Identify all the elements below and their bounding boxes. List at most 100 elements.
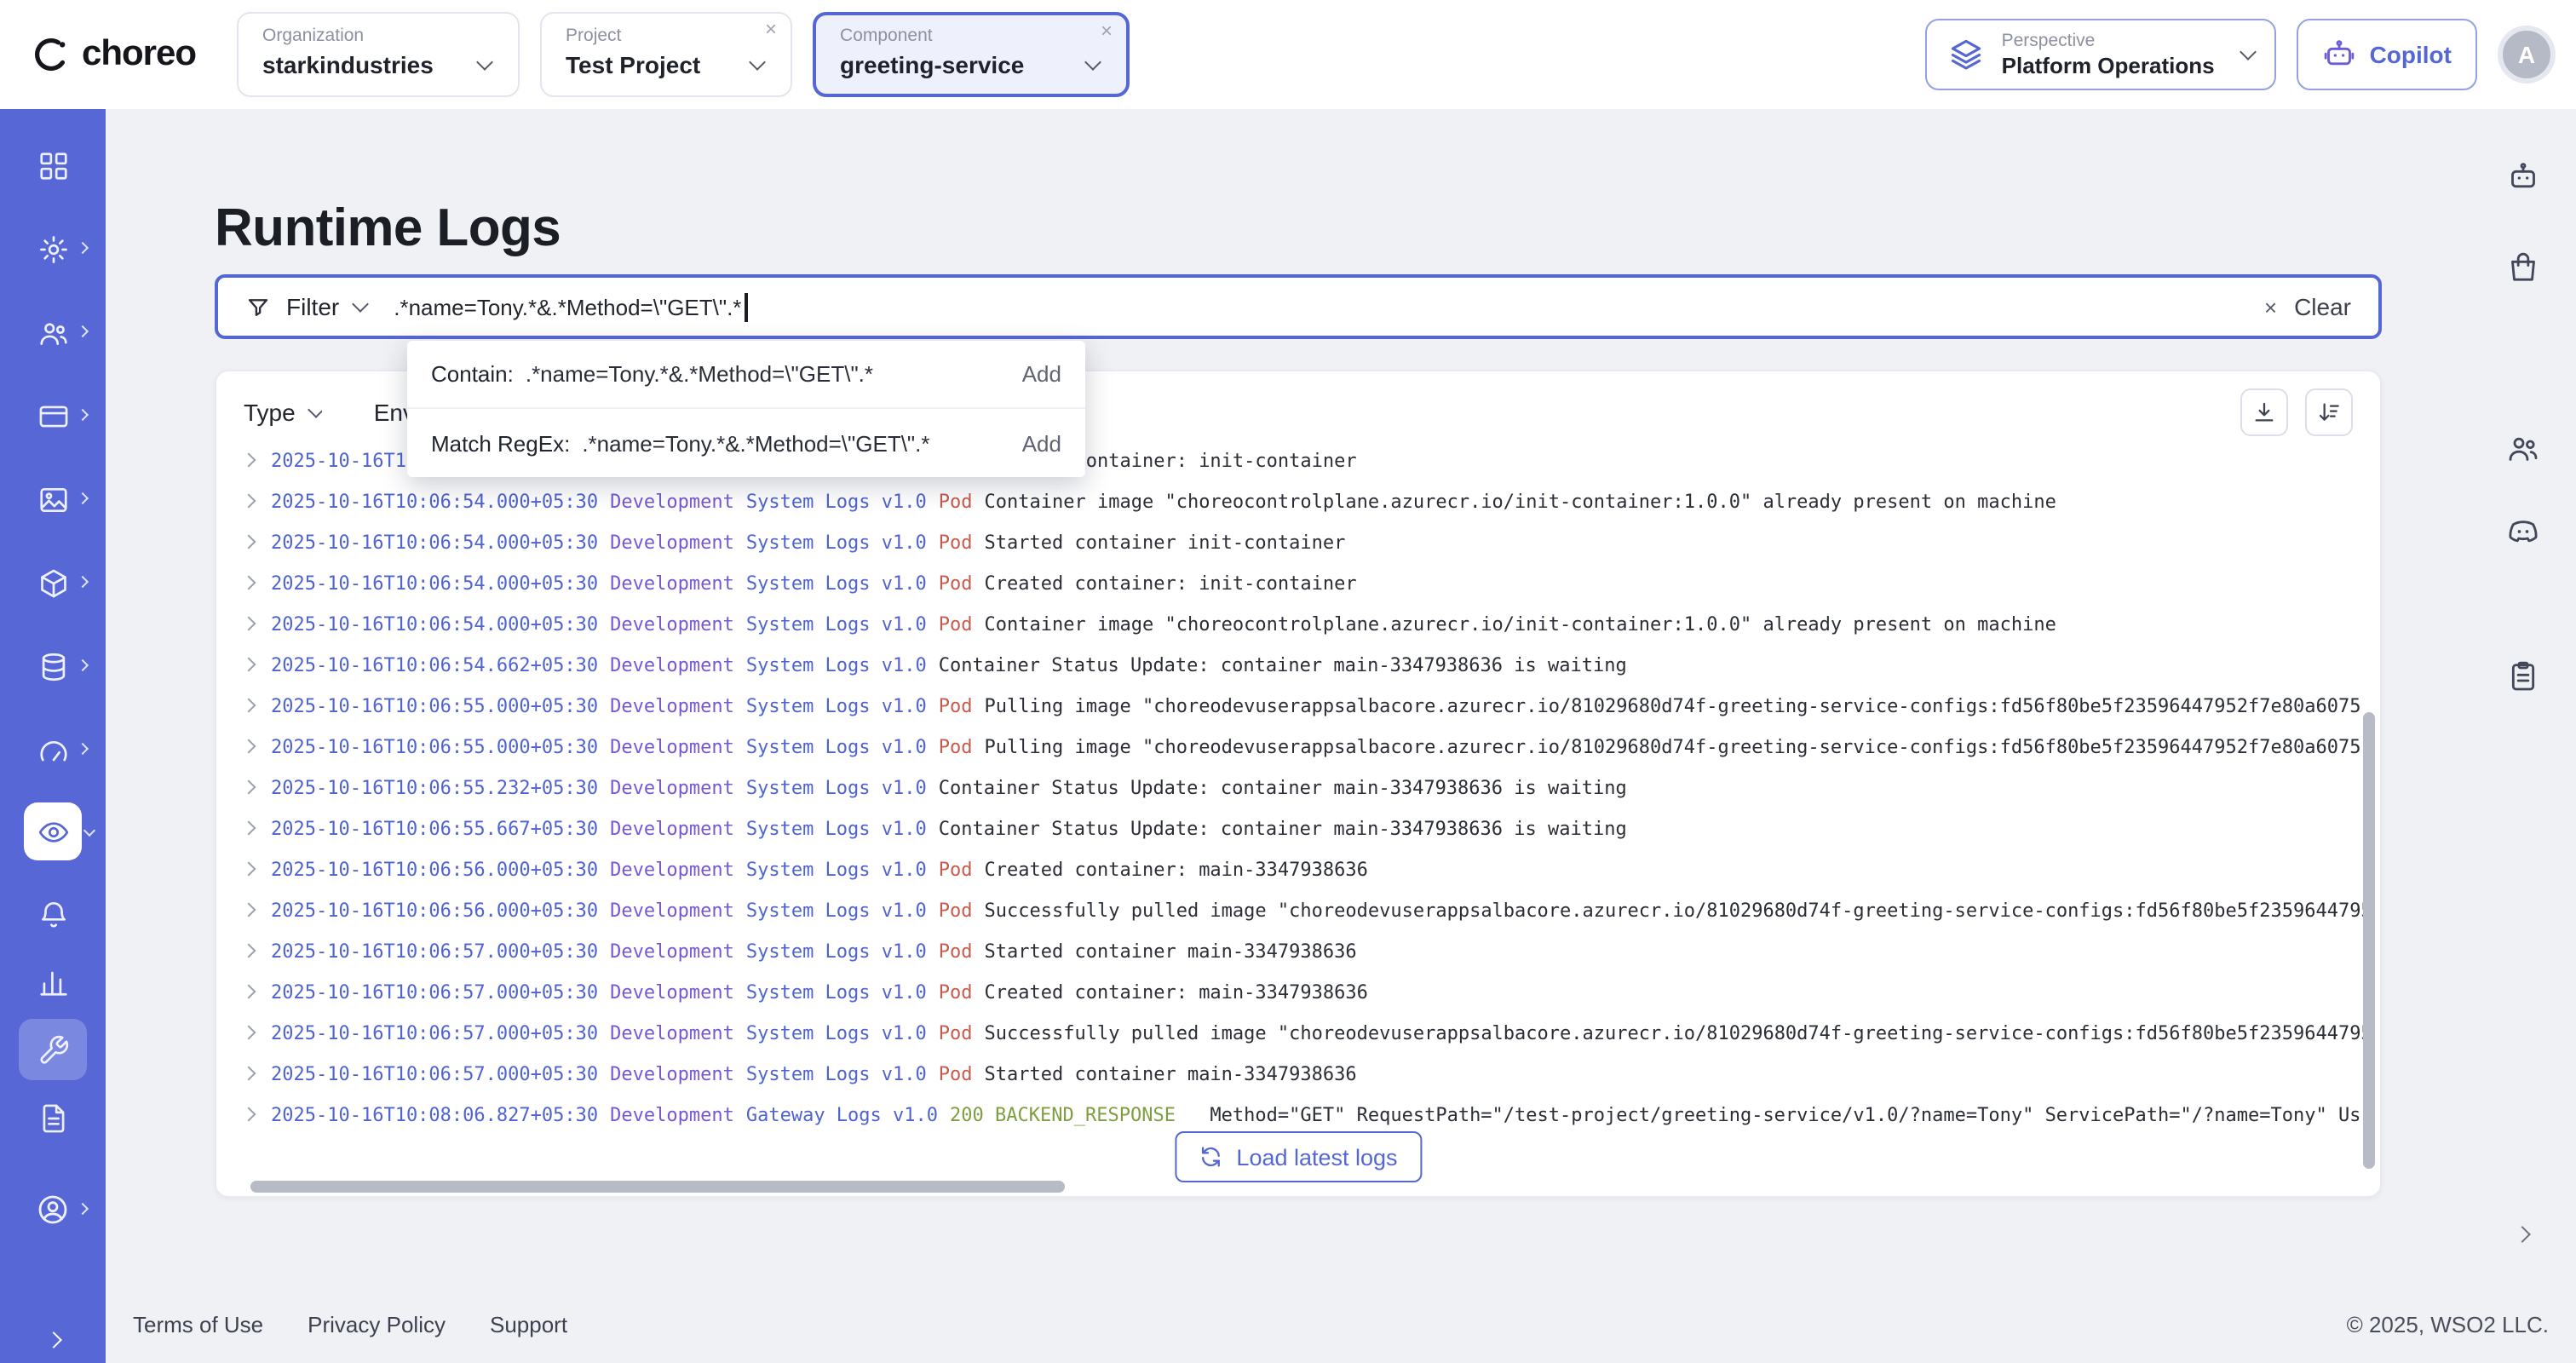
sidebar-item-admin[interactable] [19, 1019, 87, 1080]
expand-chevron-icon[interactable] [242, 862, 256, 877]
expand-chevron-icon[interactable] [242, 658, 256, 672]
sidebar-item-components[interactable] [19, 552, 87, 613]
sidebar-item-usage[interactable] [19, 719, 87, 780]
log-row[interactable]: 2025-10-16T10:06:54.000+05:30 Developmen… [233, 603, 2363, 644]
suggestion-prefix: Contain: [431, 361, 514, 387]
clear-label: Clear [2294, 293, 2351, 320]
expand-chevron-icon[interactable] [242, 1067, 256, 1081]
image-icon [37, 483, 69, 515]
log-row[interactable]: 2025-10-16T10:06:54.000+05:30 Developmen… [233, 521, 2363, 562]
footer-link-privacy[interactable]: Privacy Policy [308, 1311, 446, 1337]
footer-link-terms[interactable]: Terms of Use [133, 1311, 263, 1337]
rail-item-discord[interactable] [2493, 501, 2554, 562]
log-row[interactable]: 2025-10-16T10:08:06.827+05:30 Developmen… [233, 1094, 2363, 1135]
log-row[interactable]: 2025-10-16T10:06:57.000+05:30 Developmen… [233, 930, 2363, 971]
rail-collapse-button[interactable] [2516, 1228, 2528, 1240]
clear-filter-button[interactable]: × Clear [2237, 293, 2378, 320]
logo-text: choreo [82, 34, 196, 75]
rail-item-marketplace[interactable] [2493, 237, 2554, 298]
sidebar-expand-button[interactable] [0, 1334, 106, 1346]
log-row[interactable]: 2025-10-16T10:06:57.000+05:30 Developmen… [233, 1053, 2363, 1094]
log-row[interactable]: 2025-10-16T10:06:55.000+05:30 Developmen… [233, 726, 2363, 767]
sidebar-item-observe[interactable] [24, 802, 82, 860]
log-row[interactable]: 2025-10-16T10:06:55.232+05:30 Developmen… [233, 767, 2363, 808]
log-row[interactable]: 2025-10-16T10:06:55.667+05:30 Developmen… [233, 808, 2363, 848]
load-latest-logs-button[interactable]: Load latest logs [1175, 1131, 1421, 1182]
footer-link-support[interactable]: Support [490, 1311, 567, 1337]
gauge-icon [37, 733, 69, 766]
vertical-scrollbar-thumb[interactable] [2363, 712, 2375, 1169]
rail-item-community[interactable] [2493, 417, 2554, 479]
sidebar-item-resources[interactable] [19, 635, 87, 697]
expand-chevron-icon[interactable] [242, 1107, 256, 1122]
expand-chevron-icon[interactable] [242, 576, 256, 590]
chevron-right-icon [77, 576, 89, 588]
project-selector[interactable]: × Project Test Project [540, 12, 792, 97]
sidebar-item-overview[interactable] [19, 135, 87, 196]
expand-chevron-icon[interactable] [242, 535, 256, 549]
organization-selector[interactable]: Organization starkindustries [237, 12, 520, 97]
log-tag: Pod [939, 940, 973, 962]
horizontal-scrollbar-thumb[interactable] [250, 1181, 1065, 1193]
log-source: System Logs v1.0 [746, 490, 927, 512]
log-row[interactable]: 2025-10-16T10:06:57.000+05:30 Developmen… [233, 971, 2363, 1012]
perspective-label: Perspective [2002, 31, 2215, 51]
sidebar-item-members[interactable] [19, 302, 87, 363]
expand-chevron-icon[interactable] [242, 821, 256, 836]
filter-query-text: .*name=Tony.*&.*Method=\"GET\".* [394, 294, 741, 319]
download-logs-button[interactable] [2240, 388, 2288, 436]
expand-chevron-icon[interactable] [242, 699, 256, 713]
close-icon[interactable]: × [765, 17, 777, 41]
sidebar-item-gallery[interactable] [19, 469, 87, 530]
copilot-button[interactable]: Copilot [2297, 19, 2477, 90]
suggestion-contain[interactable]: Contain: .*name=Tony.*&.*Method=\"GET\".… [407, 341, 1085, 409]
expand-chevron-icon[interactable] [242, 985, 256, 999]
sidebar-item-alerts[interactable] [19, 883, 87, 944]
add-button[interactable]: Add [1002, 361, 1061, 387]
log-message: Started container init-container [985, 531, 1346, 553]
sort-order-button[interactable] [2305, 388, 2353, 436]
organization-value: starkindustries [262, 51, 434, 78]
log-timestamp: 2025-10-16T10:06:54.662+05:30 [271, 653, 598, 676]
sidebar-item-insights[interactable] [19, 951, 87, 1012]
expand-chevron-icon[interactable] [242, 739, 256, 754]
log-row[interactable]: 2025-10-16T10:06:56.000+05:30 Developmen… [233, 889, 2363, 930]
expand-chevron-icon[interactable] [242, 617, 256, 631]
log-source: System Logs v1.0 [746, 858, 927, 880]
perspective-selector[interactable]: Perspective Platform Operations [1925, 19, 2276, 90]
sidebar-item-logs[interactable] [19, 1087, 87, 1148]
sidebar-item-billing[interactable] [19, 385, 87, 446]
sidebar-item-account[interactable] [19, 1179, 87, 1240]
rail-item-docs[interactable] [2493, 646, 2554, 707]
filter-query-input[interactable]: .*name=Tony.*&.*Method=\"GET\".* [394, 292, 2237, 321]
expand-chevron-icon[interactable] [242, 944, 256, 958]
log-message: Created container: init-container [985, 572, 1357, 594]
rail-item-assistant[interactable] [2493, 147, 2554, 208]
suggestion-match-regex[interactable]: Match RegEx: .*name=Tony.*&.*Method=\"GE… [407, 409, 1085, 477]
filter-bar: Filter .*name=Tony.*&.*Method=\"GET\".* … [215, 274, 2382, 339]
expand-chevron-icon[interactable] [242, 780, 256, 795]
sidebar-item-settings[interactable] [19, 218, 87, 279]
package-icon [37, 566, 69, 599]
log-row[interactable]: 2025-10-16T10:06:55.000+05:30 Developmen… [233, 685, 2363, 726]
add-button[interactable]: Add [1002, 430, 1061, 456]
log-tag: Pod [939, 1021, 973, 1044]
choreo-logo[interactable]: choreo [31, 34, 196, 75]
log-row[interactable]: 2025-10-16T10:06:54.662+05:30 Developmen… [233, 644, 2363, 685]
expand-chevron-icon[interactable] [242, 453, 256, 468]
filter-button[interactable]: Filter [218, 278, 394, 336]
expand-chevron-icon[interactable] [242, 903, 256, 917]
log-message: Container Status Update: container main-… [939, 817, 1627, 839]
component-selector[interactable]: × Component greeting-service [813, 12, 1130, 97]
log-row[interactable]: 2025-10-16T10:06:56.000+05:30 Developmen… [233, 848, 2363, 889]
expand-chevron-icon[interactable] [242, 494, 256, 509]
close-icon[interactable]: × [1101, 19, 1113, 43]
expand-chevron-icon[interactable] [242, 1026, 256, 1040]
suggestion-prefix: Match RegEx: [431, 430, 570, 456]
type-dropdown[interactable]: Type [244, 399, 323, 426]
log-row[interactable]: 2025-10-16T10:06:54.000+05:30 Developmen… [233, 480, 2363, 521]
log-row[interactable]: 2025-10-16T10:06:54.000+05:30 Developmen… [233, 562, 2363, 603]
log-tag: Pod [939, 490, 973, 512]
log-row[interactable]: 2025-10-16T10:06:57.000+05:30 Developmen… [233, 1012, 2363, 1053]
avatar[interactable]: A [2498, 26, 2556, 83]
